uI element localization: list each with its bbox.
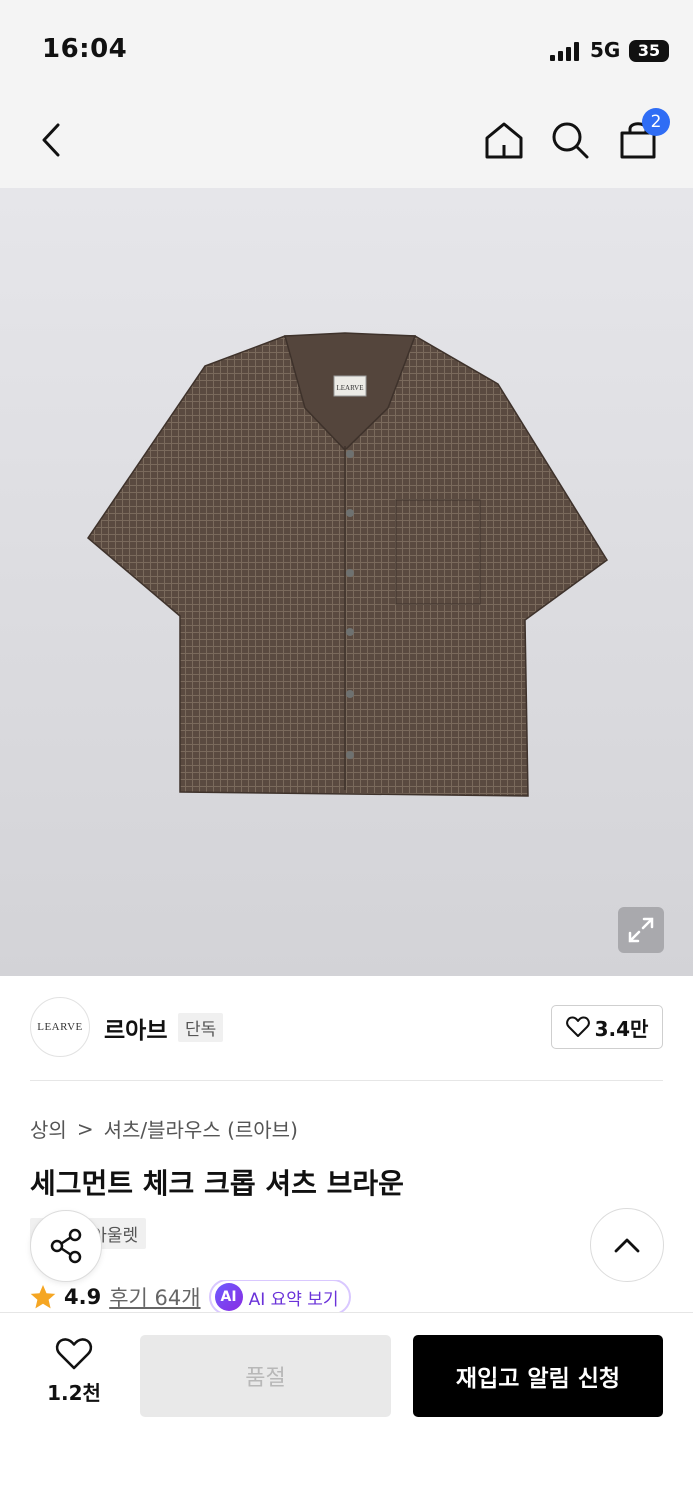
status-time: 16:04 xyxy=(42,34,128,64)
breadcrumb-separator: > xyxy=(76,1116,94,1141)
chevron-up-icon xyxy=(614,1238,640,1253)
product-title: 세그먼트 체크 크롭 셔츠 브라운 xyxy=(30,1167,404,1200)
product-image[interactable]: LEARVE xyxy=(0,188,693,976)
brand-like-button[interactable]: 3.4만 xyxy=(551,1005,663,1049)
battery-level: 35 xyxy=(637,41,661,60)
share-button[interactable] xyxy=(30,1210,102,1282)
wishlist-button[interactable]: 1.2천 xyxy=(40,1337,108,1417)
star-icon xyxy=(30,1285,56,1309)
shirt-label-text: LEARVE xyxy=(336,384,363,392)
expand-icon xyxy=(628,917,654,943)
shirt-image: LEARVE xyxy=(87,332,609,797)
bottom-bar: 1.2천 품절 재입고 알림 신청 xyxy=(0,1312,693,1500)
brand-row: LEARVE 르아브 단독 3.4만 xyxy=(30,997,663,1059)
signal-icon xyxy=(550,41,580,61)
brand-like-count: 3.4만 xyxy=(594,1016,649,1041)
status-bar: 16:04 5G 35 xyxy=(0,0,693,96)
ai-summary-label: AI 요약 보기 xyxy=(248,1289,339,1310)
ai-badge-icon: AI xyxy=(214,1283,243,1311)
home-icon xyxy=(485,122,523,159)
brand-name[interactable]: 르아브 xyxy=(104,1011,167,1045)
battery-icon: 35 xyxy=(629,40,669,62)
search-icon xyxy=(552,122,589,159)
brand-logo[interactable]: LEARVE xyxy=(30,997,90,1057)
search-button[interactable] xyxy=(544,114,596,166)
restock-alert-button[interactable]: 재입고 알림 신청 xyxy=(413,1335,663,1417)
rating-value: 4.9 xyxy=(64,1285,102,1309)
expand-image-button[interactable] xyxy=(618,907,664,953)
network-type: 5G xyxy=(590,38,621,62)
chevron-left-icon xyxy=(42,123,60,157)
breadcrumb-subcategory[interactable]: 셔츠/블라우스 (르아브) xyxy=(104,1114,298,1143)
soldout-button[interactable]: 품절 xyxy=(140,1335,391,1417)
ai-summary-button[interactable]: AI AI 요약 보기 xyxy=(208,1280,351,1314)
home-button[interactable] xyxy=(478,114,530,166)
heart-icon xyxy=(565,1016,590,1037)
exclusive-badge: 단독 xyxy=(178,1013,224,1042)
back-button[interactable] xyxy=(26,114,78,166)
breadcrumb: 상의 > 셔츠/블라우스 (르아브) xyxy=(30,1114,298,1143)
rating-row: 4.9 후기 64개 AI AI 요약 보기 xyxy=(30,1280,351,1314)
share-icon xyxy=(50,1228,82,1264)
scroll-top-button[interactable] xyxy=(590,1208,664,1282)
heart-icon xyxy=(55,1338,93,1370)
cart-button[interactable]: 2 xyxy=(612,108,670,166)
wishlist-count: 1.2천 xyxy=(47,1381,101,1405)
breadcrumb-category[interactable]: 상의 xyxy=(30,1114,67,1143)
nav-bar: 2 xyxy=(0,96,693,188)
divider xyxy=(30,1080,663,1081)
cart-count-badge: 2 xyxy=(642,108,670,136)
review-link[interactable]: 후기 64개 xyxy=(109,1282,200,1312)
